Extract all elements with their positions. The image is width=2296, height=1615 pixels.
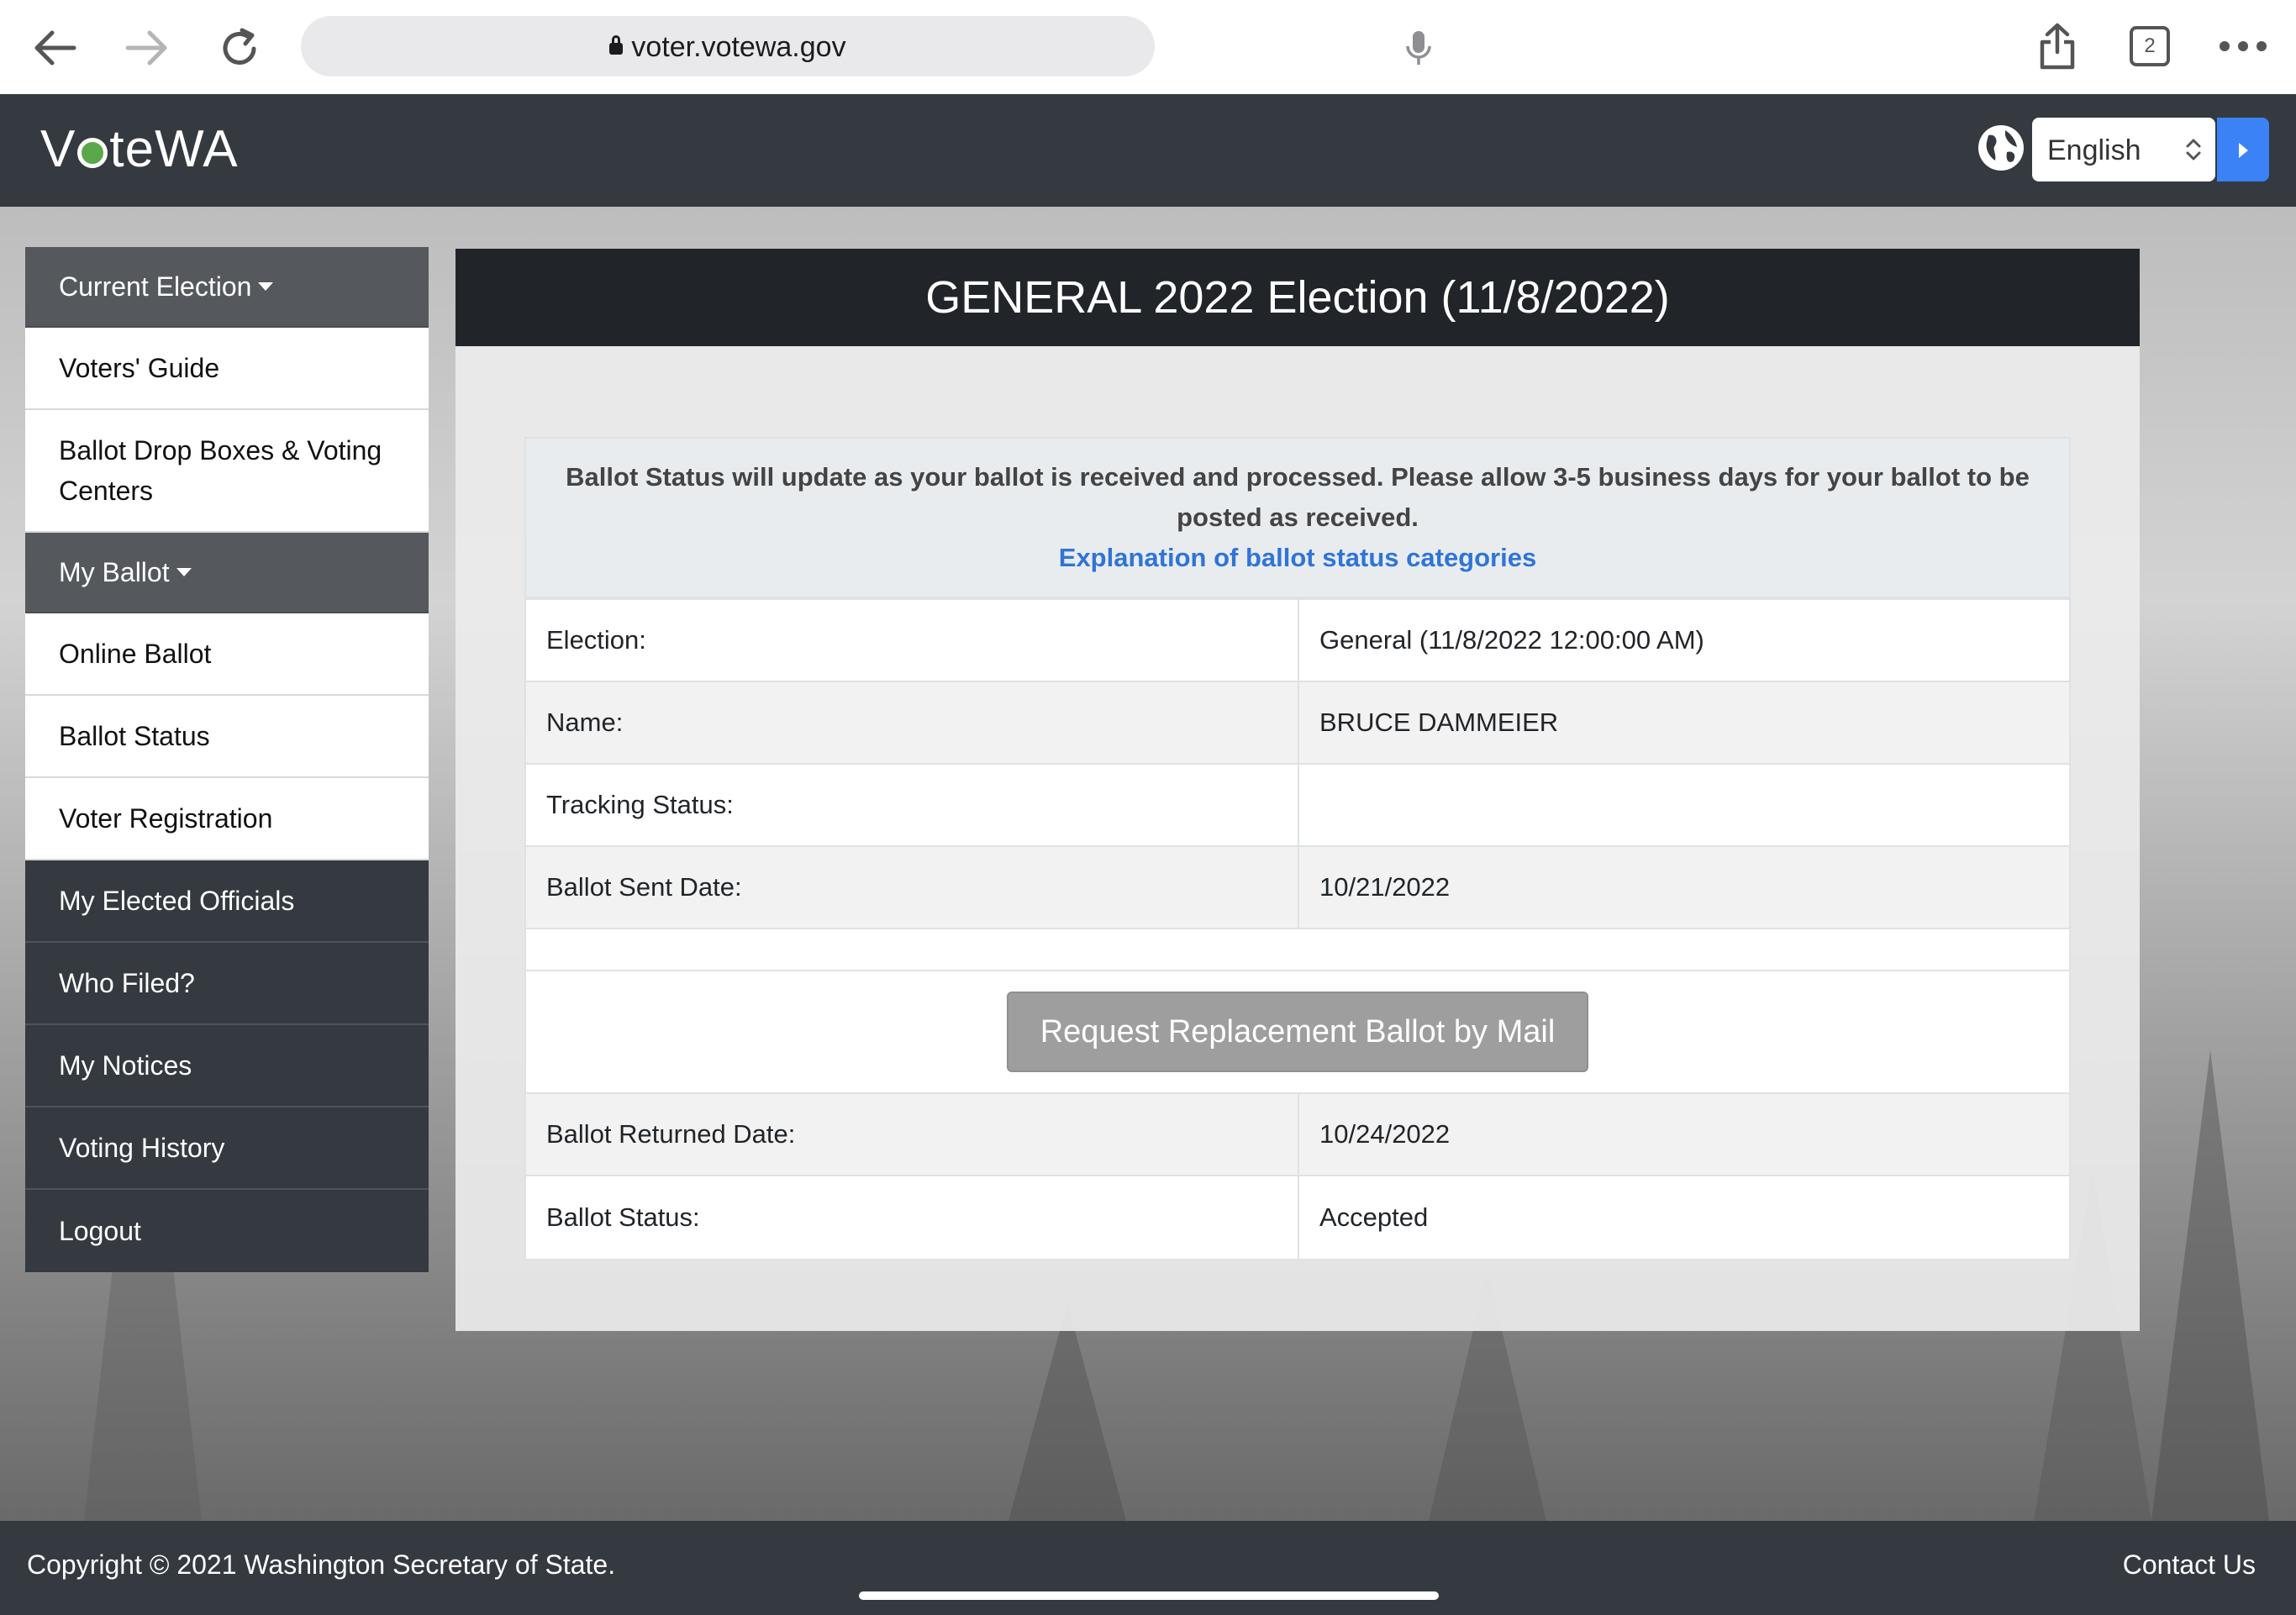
sidebar-item-my-elected-officials[interactable]: My Elected Officials xyxy=(25,860,429,943)
ballot-status-notice: Ballot Status will update as your ballot… xyxy=(524,437,2071,598)
forward-arrow-icon[interactable] xyxy=(118,18,176,77)
language-select-value: English xyxy=(2047,134,2141,166)
row-value: 10/24/2022 xyxy=(1298,1094,2069,1175)
lock-icon xyxy=(609,35,624,55)
replacement-button-row: Request Replacement Ballot by Mail xyxy=(526,971,2069,1094)
row-value: General (11/8/2022 12:00:00 AM) xyxy=(1298,600,2069,681)
sidebar-item-voters-guide[interactable]: Voters' Guide xyxy=(25,328,429,410)
caret-down-icon xyxy=(176,568,192,576)
sidebar-item-who-filed[interactable]: Who Filed? xyxy=(25,943,429,1025)
row-value: Accepted xyxy=(1298,1176,2069,1259)
sidebar-item-logout[interactable]: Logout xyxy=(25,1190,429,1272)
sidebar-item-ballot-status[interactable]: Ballot Status xyxy=(25,696,429,778)
contact-us-link[interactable]: Contact Us xyxy=(2123,1549,2256,1581)
microphone-icon[interactable] xyxy=(1402,29,1435,66)
ballot-details-table: Election: General (11/8/2022 12:00:00 AM… xyxy=(524,598,2071,1260)
sidebar-item-voting-history[interactable]: Voting History xyxy=(25,1107,429,1190)
row-value: BRUCE DAMMEIER xyxy=(1298,682,2069,763)
globe-icon xyxy=(1977,124,2025,172)
reload-icon[interactable] xyxy=(210,18,269,77)
logo-ballot-icon xyxy=(77,138,108,168)
language-select[interactable]: English xyxy=(2032,118,2215,181)
sidebar-item-voter-registration[interactable]: Voter Registration xyxy=(25,778,429,860)
row-label: Election: xyxy=(546,625,646,655)
sidebar-item-online-ballot[interactable]: Online Ballot xyxy=(25,613,429,696)
table-spacer-row xyxy=(526,929,2069,971)
language-go-button[interactable] xyxy=(2217,118,2269,181)
table-row: Tracking Status: xyxy=(526,765,2069,847)
table-row: Ballot Returned Date: 10/24/2022 xyxy=(526,1094,2069,1176)
sidebar-item-my-notices[interactable]: My Notices xyxy=(25,1025,429,1107)
table-row: Ballot Sent Date: 10/21/2022 xyxy=(526,847,2069,929)
table-row: Name: BRUCE DAMMEIER xyxy=(526,682,2069,765)
votewa-logo[interactable]: VteWA xyxy=(40,119,239,179)
notice-text: Ballot Status will update as your ballot… xyxy=(566,462,2030,532)
ballot-status-categories-link[interactable]: Explanation of ballot status categories xyxy=(1059,543,1536,572)
sidebar-nav: Current Election Voters' Guide Ballot Dr… xyxy=(25,247,429,1272)
row-label: Ballot Status: xyxy=(546,1202,700,1232)
select-chevron-icon xyxy=(2186,139,2201,160)
row-label: Ballot Returned Date: xyxy=(546,1119,796,1149)
url-text: voter.votewa.gov xyxy=(631,31,846,63)
ballot-status-card: GENERAL 2022 Election (11/8/2022) Ballot… xyxy=(456,249,2140,1331)
site-footer: Copyright © 2021 Washington Secretary of… xyxy=(0,1521,2296,1615)
sidebar-item-current-election[interactable]: Current Election xyxy=(25,247,429,328)
table-row: Election: General (11/8/2022 12:00:00 AM… xyxy=(526,600,2069,682)
sidebar-item-my-ballot[interactable]: My Ballot xyxy=(25,533,429,613)
sidebar-item-ballot-drop-boxes[interactable]: Ballot Drop Boxes & Voting Centers xyxy=(25,410,429,533)
page-title: GENERAL 2022 Election (11/8/2022) xyxy=(456,249,2140,346)
row-value xyxy=(1298,765,2069,845)
address-bar[interactable]: voter.votewa.gov xyxy=(301,16,1431,76)
row-label: Name: xyxy=(546,708,624,737)
row-value: 10/21/2022 xyxy=(1298,847,2069,928)
back-arrow-icon[interactable] xyxy=(25,18,84,77)
site-header: VteWA English xyxy=(0,94,2296,207)
home-indicator[interactable] xyxy=(859,1591,1439,1600)
row-label: Tracking Status: xyxy=(546,790,734,819)
table-row: Ballot Status: Accepted xyxy=(526,1176,2069,1259)
tabs-icon[interactable]: 2 xyxy=(2126,18,2173,74)
browser-toolbar: voter.votewa.gov 2 xyxy=(0,0,2296,94)
copyright-text: Copyright © 2021 Washington Secretary of… xyxy=(27,1549,616,1580)
more-icon[interactable] xyxy=(2214,18,2272,74)
share-icon[interactable] xyxy=(2032,18,2083,74)
tab-count: 2 xyxy=(2130,26,2170,66)
request-replacement-ballot-button[interactable]: Request Replacement Ballot by Mail xyxy=(1007,992,1588,1072)
row-label: Ballot Sent Date: xyxy=(546,872,742,902)
caret-down-icon xyxy=(258,282,274,291)
